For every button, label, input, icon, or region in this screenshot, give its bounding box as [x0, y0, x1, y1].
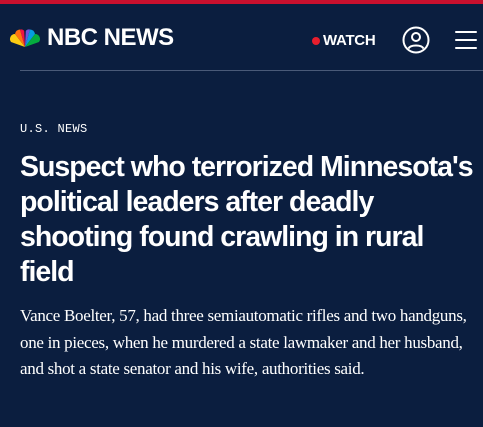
peacock-icon [10, 29, 40, 47]
section-label[interactable]: U.S. NEWS [20, 121, 88, 137]
live-indicator-dot [312, 37, 320, 45]
logo-text: NBC NEWS [47, 24, 174, 51]
article-dek: Vance Boelter, 57, had three semiautomat… [20, 306, 467, 378]
header-divider [20, 70, 483, 71]
menu-button[interactable] [455, 31, 477, 49]
page: NBC NEWS WATCH U.S. NEWS Suspect who ter… [0, 0, 483, 427]
account-button[interactable] [402, 26, 430, 54]
site-header: NBC NEWS WATCH [0, 4, 483, 70]
user-account-icon [402, 26, 430, 54]
nbc-news-logo[interactable]: NBC NEWS [8, 26, 174, 50]
hamburger-menu-icon [455, 31, 477, 33]
article-headline: Suspect who terrorized Minnesota's polit… [20, 151, 474, 288]
watch-live-link[interactable]: WATCH [312, 32, 376, 50]
watch-label: WATCH [323, 32, 376, 49]
